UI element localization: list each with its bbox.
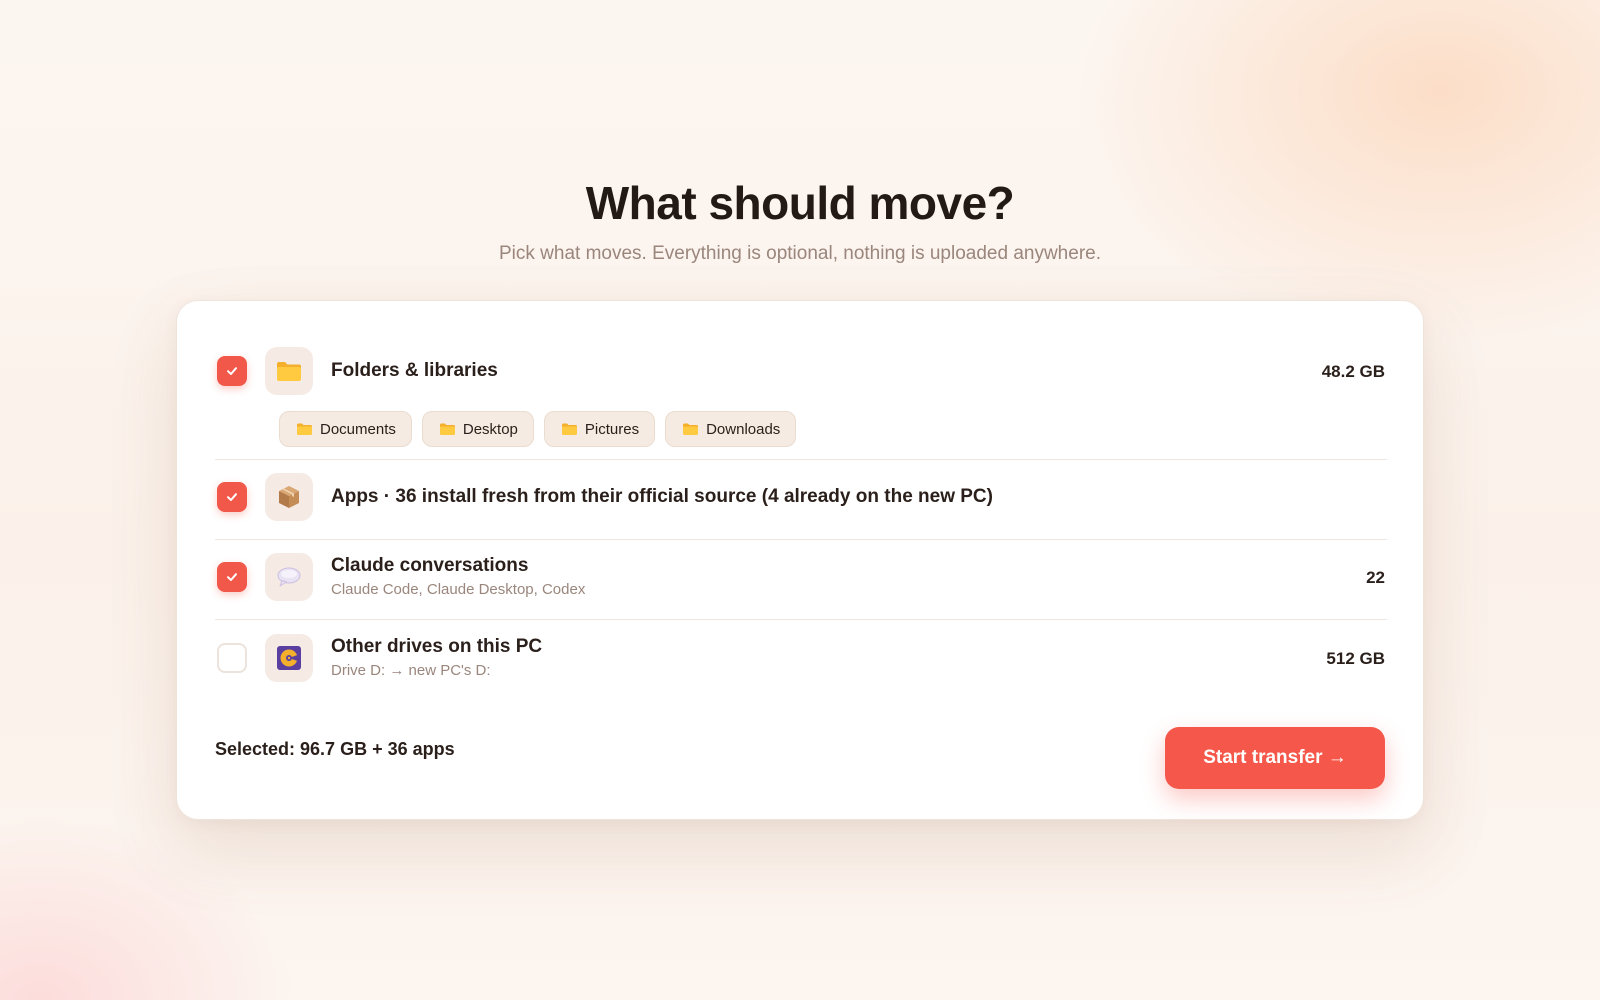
other-drives-size: 512 GB — [1326, 649, 1385, 668]
transfer-options-card: Folders & libraries 48.2 GB Documents De… — [176, 300, 1424, 820]
claude-conversations-count: 22 — [1366, 568, 1385, 587]
page-subtitle: Pick what moves. Everything is optional,… — [498, 243, 1101, 264]
claude-conversations-checkbox[interactable] — [217, 562, 247, 592]
option-row-apps: Apps · 36 install fresh from their offic… — [215, 473, 1387, 521]
check-icon — [227, 573, 237, 581]
folders-checkbox[interactable] — [217, 356, 247, 386]
speech-bubble-icon — [265, 553, 313, 601]
apps-title: Apps · 36 install fresh from their offic… — [331, 486, 993, 507]
chip-label: Downloads — [706, 420, 781, 438]
folder-chip-list: Documents Desktop Pictures Downloads — [215, 411, 1387, 447]
package-icon — [265, 473, 313, 521]
folder-chip-pictures[interactable]: Pictures — [543, 411, 656, 447]
folder-icon — [439, 423, 455, 435]
check-icon — [227, 367, 237, 375]
chip-label: Pictures — [584, 420, 640, 438]
selected-summary: Selected: 96.7 GB + 36 apps — [215, 739, 455, 759]
apps-checkbox[interactable] — [217, 482, 247, 512]
other-drives-title: Other drives on this PC — [331, 636, 543, 657]
folders-size: 48.2 GB — [1321, 362, 1385, 381]
folder-icon — [683, 423, 699, 435]
option-row-folders: Folders & libraries 48.2 GB — [215, 347, 1387, 395]
option-row-claude-conversations: Claude conversations Claude Code, Claude… — [215, 553, 1387, 601]
folder-icon — [297, 423, 312, 435]
chip-label: Documents — [320, 420, 396, 438]
other-drives-checkbox[interactable] — [217, 643, 247, 673]
row-divider — [215, 619, 1387, 620]
claude-conversations-sources: Claude Code, Claude Desktop, Codex — [331, 581, 586, 598]
folders-title: Folders & libraries — [331, 360, 498, 381]
chip-label: Desktop — [462, 420, 518, 438]
row-divider — [215, 459, 1387, 460]
other-drives-mapping: Drive D: → new PC's D: — [331, 662, 491, 679]
drive-icon — [265, 634, 313, 682]
folder-chip-desktop[interactable]: Desktop — [421, 411, 534, 447]
check-icon — [227, 493, 237, 501]
claude-conversations-title: Claude conversations — [331, 555, 529, 576]
option-row-other-drives: Other drives on this PC Drive D: → new P… — [215, 634, 1387, 682]
row-divider — [215, 539, 1387, 540]
start-transfer-button[interactable]: Start transfer → — [1165, 727, 1385, 789]
folder-icon — [265, 347, 313, 395]
folder-icon — [561, 423, 577, 435]
folder-chip-documents[interactable]: Documents — [279, 411, 412, 447]
folder-chip-downloads[interactable]: Downloads — [665, 411, 797, 447]
page-title: What should move? — [585, 177, 1015, 229]
